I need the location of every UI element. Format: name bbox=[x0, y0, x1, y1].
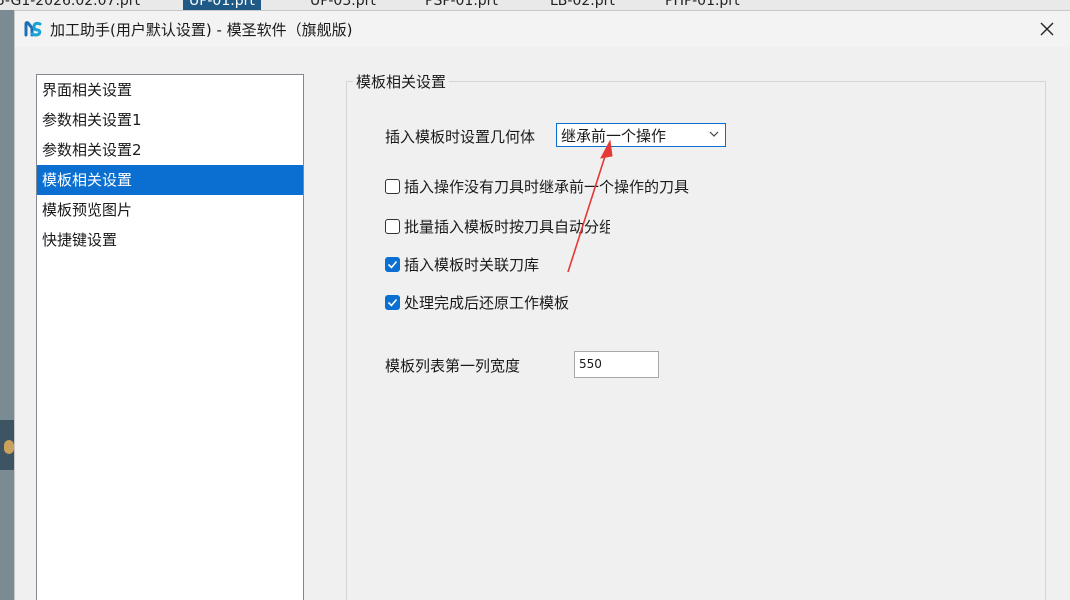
group-title: 模板相关设置 bbox=[353, 71, 450, 92]
checkbox-link-tool-library[interactable]: 插入模板时关联刀库 bbox=[385, 253, 539, 275]
background-tab-active[interactable]: UP-01.prt bbox=[183, 0, 261, 10]
checkbox-restore-template[interactable]: 处理完成后还原工作模板 bbox=[385, 291, 569, 313]
checkmark-icon bbox=[387, 260, 398, 269]
dialog-title: 加工助手(用户默认设置) - 模圣软件（旗舰版) bbox=[50, 21, 353, 39]
chevron-down-icon bbox=[709, 131, 719, 137]
background-tab[interactable]: LB-02.prt bbox=[550, 0, 615, 9]
checkbox-label: 批量插入模板时按刀具自动分组 bbox=[404, 217, 610, 236]
checkbox-box[interactable] bbox=[385, 178, 400, 194]
checkbox-label: 插入操作没有刀具时继承前一个操作的刀具 bbox=[404, 177, 690, 196]
background-tab[interactable]: UP-03.prt bbox=[310, 0, 376, 9]
nav-item-shortcut-settings[interactable]: 快捷键设置 bbox=[37, 225, 303, 255]
geometry-select[interactable]: 继承前一个操作 bbox=[556, 123, 726, 147]
geometry-select-value: 继承前一个操作 bbox=[561, 126, 667, 145]
close-icon bbox=[1040, 22, 1054, 36]
background-tab[interactable]: PSP-01.prt bbox=[425, 0, 498, 9]
close-button[interactable] bbox=[1024, 11, 1070, 47]
background-tab[interactable]: PHP-01.prt bbox=[665, 0, 740, 9]
nav-item-template-settings[interactable]: 模板相关设置 bbox=[37, 165, 303, 195]
nav-item-param-settings-2[interactable]: 参数相关设置2 bbox=[37, 135, 303, 165]
background-tab-strip: 5-G1-2026.02.07.prt UP-01.prt UP-03.prt … bbox=[0, 0, 1070, 10]
dialog-titlebar[interactable]: 加工助手(用户默认设置) - 模圣软件（旗舰版) bbox=[15, 11, 1070, 47]
background-model-shape bbox=[4, 440, 14, 454]
template-settings-group bbox=[346, 81, 1046, 600]
geometry-label: 插入模板时设置几何体 bbox=[385, 128, 536, 146]
checkbox-label: 处理完成后还原工作模板 bbox=[404, 293, 570, 312]
nav-item-template-preview[interactable]: 模板预览图片 bbox=[37, 195, 303, 225]
nav-item-ui-settings[interactable]: 界面相关设置 bbox=[37, 75, 303, 105]
background-viewport-edge bbox=[0, 10, 14, 600]
checkmark-icon bbox=[387, 298, 398, 307]
app-logo-icon bbox=[23, 19, 43, 39]
checkbox-box[interactable] bbox=[385, 256, 400, 272]
checkbox-batch-group[interactable]: 批量插入模板时按刀具自动分组 bbox=[385, 215, 610, 237]
checkbox-box[interactable] bbox=[385, 218, 400, 234]
column-width-input[interactable]: 550 bbox=[574, 351, 659, 378]
column-width-label: 模板列表第一列宽度 bbox=[385, 357, 521, 375]
checkbox-label: 插入模板时关联刀库 bbox=[404, 255, 540, 274]
settings-category-list[interactable]: 界面相关设置 参数相关设置1 参数相关设置2 模板相关设置 模板预览图片 快捷键… bbox=[36, 74, 304, 600]
settings-dialog: 加工助手(用户默认设置) - 模圣软件（旗舰版) 界面相关设置 参数相关设置1 … bbox=[14, 10, 1070, 600]
background-tab[interactable]: 5-G1-2026.02.07.prt bbox=[0, 0, 140, 9]
nav-item-param-settings-1[interactable]: 参数相关设置1 bbox=[37, 105, 303, 135]
checkbox-inherit-tool[interactable]: 插入操作没有刀具时继承前一个操作的刀具 bbox=[385, 175, 689, 197]
checkbox-box[interactable] bbox=[385, 294, 400, 310]
